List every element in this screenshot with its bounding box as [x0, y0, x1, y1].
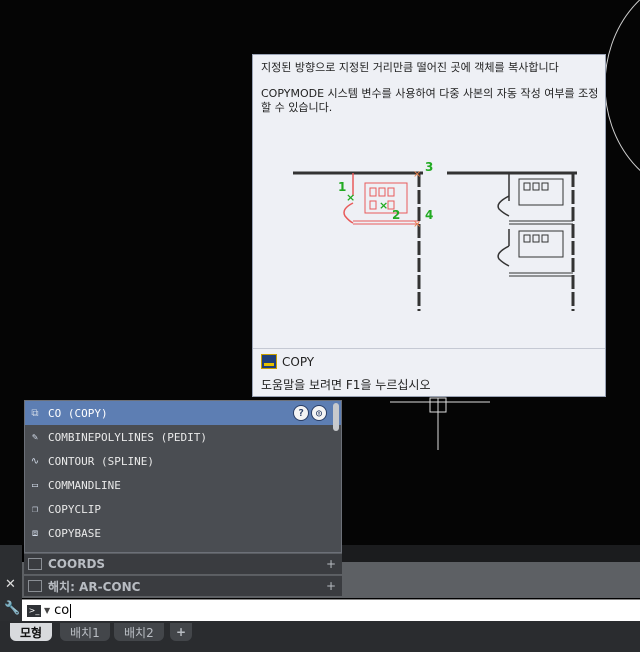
hatch-panel[interactable]: 해치: AR-CONC + [24, 575, 342, 596]
copy-command-icon [261, 354, 277, 369]
svg-text:4: 4 [425, 208, 433, 222]
autocomplete-item-copy[interactable]: ⧉ CO (COPY) ? ◎ [25, 401, 341, 425]
text-caret [70, 603, 72, 618]
tab-layout1[interactable]: 배치1 [60, 623, 110, 641]
autocomplete-item-label: CONTOUR (SPLINE) [48, 454, 154, 468]
add-tab-button[interactable]: + [170, 623, 193, 641]
hatch-icon [28, 580, 42, 592]
spline-icon: ∿ [30, 455, 40, 467]
tooltip-text-1: 지정된 방향으로 지정된 거리만큼 떨어진 곳에 객체를 복사합니다 [261, 61, 559, 74]
copy-icon: ⧉ [31, 407, 39, 419]
command-line[interactable]: >_ ▼ co [22, 599, 640, 621]
tooltip-separator [253, 348, 605, 349]
svg-text:×: × [413, 219, 421, 230]
tooltip-text-2: COPYMODE 시스템 변수를 사용하여 다중 사본의 자동 작성 여부를 조… [261, 87, 599, 114]
coords-panel[interactable]: COORDS + [24, 553, 342, 574]
tooltip-help-text: 도움말을 보려면 F1을 누르십시오 [261, 378, 431, 392]
drawing-circle [604, 0, 640, 171]
autocomplete-item-contour[interactable]: ∿ CONTOUR (SPLINE) [25, 449, 341, 473]
autocomplete-list[interactable]: ⧉ CO (COPY) ? ◎ ✎ COMBINEPOLYLINES (PEDI… [24, 400, 342, 553]
tooltip-command: COPY [261, 354, 314, 369]
svg-text:×: × [379, 199, 388, 212]
tab-layout2[interactable]: 배치2 [114, 623, 164, 641]
tab-model[interactable]: 모형 [10, 623, 53, 641]
expand-icon[interactable]: + [326, 579, 336, 593]
commandline-icon: ▭ [31, 479, 39, 491]
coords-icon [28, 558, 42, 570]
autocomplete-item-copybase[interactable]: ⧈ COPYBASE [25, 521, 341, 545]
tooltip-description: 지정된 방향으로 지정된 거리만큼 떨어진 곳에 객체를 복사합니다 COPYM… [261, 61, 601, 127]
autocomplete-item-combinepolylines[interactable]: ✎ COMBINEPOLYLINES (PEDIT) [25, 425, 341, 449]
coords-label: COORDS [48, 557, 106, 571]
expand-icon[interactable]: + [326, 557, 336, 571]
chevron-down-icon[interactable]: ▼ [44, 606, 50, 615]
status-strip [342, 545, 640, 562]
autocomplete-item-label: CO (COPY) [48, 406, 108, 420]
web-search-icon[interactable]: ◎ [311, 405, 327, 421]
copyclip-icon: ❐ [31, 503, 39, 515]
hatch-label: 해치: AR-CONC [48, 579, 141, 594]
commandline-handle[interactable]: ✕ 🔧 [0, 545, 22, 622]
autocomplete-item-copyclip[interactable]: ❐ COPYCLIP [25, 497, 341, 521]
autocomplete-item-label: COPYBASE [48, 526, 101, 540]
svg-text:×: × [346, 191, 355, 204]
autocomplete-item-label: COMBINEPOLYLINES (PEDIT) [48, 430, 207, 444]
command-tooltip: 지정된 방향으로 지정된 거리만큼 떨어진 곳에 객체를 복사합니다 COPYM… [252, 54, 606, 397]
copy-illustration: 1 2 3 4 × × × × [293, 161, 577, 311]
svg-text:3: 3 [425, 161, 433, 174]
pedit-icon: ✎ [31, 431, 39, 443]
help-button[interactable]: ? [293, 405, 309, 421]
prompt-icon: >_ [27, 604, 41, 617]
svg-text:×: × [413, 169, 421, 180]
close-icon[interactable]: ✕ [5, 577, 16, 592]
autocomplete-item-label: COPYCLIP [48, 502, 101, 516]
layout-tabs: 모형 배치1 배치2 + [0, 621, 640, 652]
autocomplete-item-label: COMMANDLINE [48, 478, 121, 492]
copybase-icon: ⧈ [31, 527, 39, 539]
svg-text:2: 2 [392, 208, 400, 222]
autocomplete-item-commandline[interactable]: ▭ COMMANDLINE [25, 473, 341, 497]
command-input[interactable]: co [54, 603, 69, 618]
wrench-icon[interactable]: 🔧 [4, 601, 20, 616]
autocomplete-scrollbar[interactable] [333, 403, 339, 431]
tooltip-command-name: COPY [282, 354, 315, 369]
